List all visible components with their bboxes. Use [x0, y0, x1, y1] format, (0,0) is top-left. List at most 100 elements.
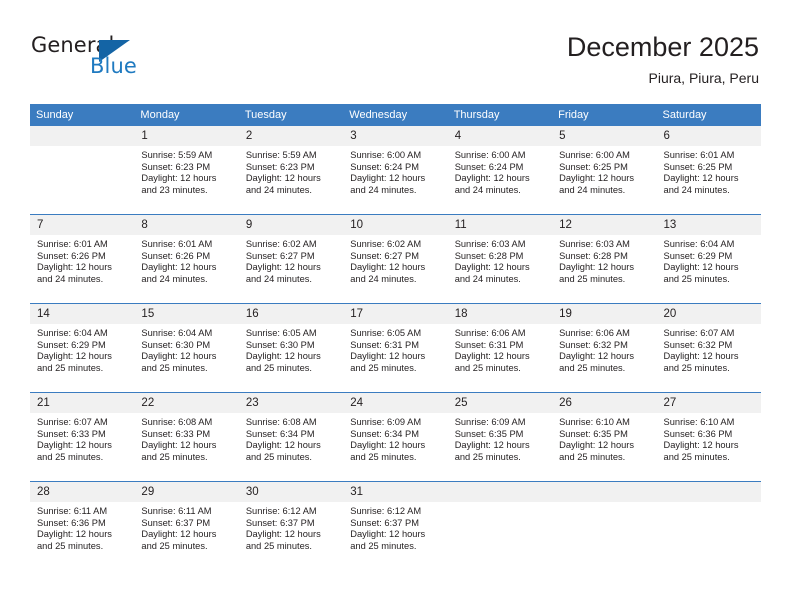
day-detail-line: Sunset: 6:30 PM	[141, 339, 211, 350]
day-cell-inner: 12 Sunrise: 6:03 AM Sunset: 6:28 PM Dayligh…	[552, 215, 657, 303]
day-number: 29	[134, 482, 239, 502]
day-cell[interactable]: 7 Sunrise: 6:01 AM Sunset: 6:26 PM Daylight…	[30, 214, 135, 304]
day-cell-inner: 30 Sunrise: 6:12 AM Sunset: 6:37 PM Dayligh…	[238, 482, 344, 570]
day-detail-line: Daylight: 12 hours	[37, 440, 112, 451]
day-detail-line: and 25 minutes.	[141, 362, 208, 373]
day-cell[interactable]: 5 Sunrise: 6:00 AM Sunset: 6:25 PM Daylight…	[552, 126, 657, 215]
day-cell-inner: 28 Sunrise: 6:11 AM Sunset: 6:36 PM Dayligh…	[30, 482, 135, 570]
day-detail-line: Daylight: 12 hours	[245, 173, 321, 184]
day-details: Sunrise: 6:03 AM Sunset: 6:28 PM Daylight:…	[552, 235, 656, 285]
day-detail-line: Sunset: 6:32 PM	[559, 339, 628, 350]
day-detail-line: Daylight: 12 hours	[663, 173, 739, 184]
day-cell-inner: 4 Sunrise: 6:00 AM Sunset: 6:24 PM Daylight…	[447, 126, 553, 214]
weekday-header-thursday: Thursday	[447, 104, 553, 126]
day-cell-inner	[447, 482, 553, 570]
day-detail-line: Sunrise: 6:11 AM	[37, 506, 108, 516]
day-cell[interactable]: 6 Sunrise: 6:01 AM Sunset: 6:25 PM Daylight…	[656, 126, 761, 215]
day-detail-line: Sunrise: 6:06 AM	[559, 328, 630, 338]
day-cell[interactable]: 14 Sunrise: 6:04 AM Sunset: 6:29 PM Dayligh…	[30, 303, 135, 393]
day-detail-line: Sunset: 6:37 PM	[350, 517, 419, 528]
day-detail-line: Daylight: 12 hours	[245, 529, 321, 540]
day-number: 28	[30, 482, 135, 502]
day-detail-line: Sunset: 6:23 PM	[141, 161, 211, 172]
day-detail-line: Daylight: 12 hours	[663, 351, 739, 362]
page-title: December 2025	[566, 32, 759, 62]
day-detail-line: Daylight: 12 hours	[559, 173, 635, 184]
general-blue-logo[interactable]: General Blue	[31, 35, 211, 83]
day-cell-inner: 21 Sunrise: 6:07 AM Sunset: 6:33 PM Dayligh…	[30, 393, 135, 481]
day-detail-line: Sunrise: 6:01 AM	[37, 239, 108, 249]
day-cell[interactable]: 3 Sunrise: 6:00 AM Sunset: 6:24 PM Daylight…	[343, 126, 448, 215]
day-cell-inner: 26 Sunrise: 6:10 AM Sunset: 6:35 PM Dayligh…	[552, 393, 657, 481]
day-cell[interactable]: 8 Sunrise: 6:01 AM Sunset: 6:26 PM Daylight…	[134, 214, 239, 304]
day-cell[interactable]: 4 Sunrise: 6:00 AM Sunset: 6:24 PM Daylight…	[447, 126, 553, 215]
day-detail-line: Sunset: 6:27 PM	[245, 250, 315, 261]
day-detail-line: Daylight: 12 hours	[559, 440, 635, 451]
day-number: 12	[552, 215, 657, 235]
day-number: 31	[343, 482, 448, 502]
day-cell-inner	[30, 126, 135, 214]
day-details	[552, 502, 656, 506]
day-detail-line: and 24 minutes.	[37, 273, 104, 284]
day-detail-line: and 25 minutes.	[37, 540, 104, 551]
day-cell[interactable]: 24 Sunrise: 6:09 AM Sunset: 6:34 PM Dayligh…	[343, 392, 448, 482]
day-cell[interactable]: 2 Sunrise: 5:59 AM Sunset: 6:23 PM Daylight…	[238, 126, 344, 215]
day-details: Sunrise: 6:04 AM Sunset: 6:30 PM Daylight:…	[134, 324, 238, 374]
day-details	[448, 502, 552, 506]
day-detail-line: Sunrise: 6:06 AM	[454, 328, 526, 338]
day-cell-inner: 10 Sunrise: 6:02 AM Sunset: 6:27 PM Dayligh…	[343, 215, 448, 303]
day-detail-line: Sunset: 6:37 PM	[141, 517, 211, 528]
day-detail-line: Sunset: 6:31 PM	[350, 339, 419, 350]
day-cell[interactable]: 31 Sunrise: 6:12 AM Sunset: 6:37 PM Dayligh…	[343, 481, 448, 570]
day-number: 14	[30, 304, 135, 324]
day-cell-inner	[656, 482, 761, 570]
day-cell[interactable]: 13 Sunrise: 6:04 AM Sunset: 6:29 PM Dayligh…	[656, 214, 761, 304]
day-cell[interactable]: 26 Sunrise: 6:10 AM Sunset: 6:35 PM Dayligh…	[552, 392, 657, 482]
calendar-table: Sunday Monday Tuesday Wednesday Thursday Frid…	[30, 104, 761, 570]
day-cell[interactable]: 30 Sunrise: 6:12 AM Sunset: 6:37 PM Dayligh…	[238, 481, 344, 570]
day-cell[interactable]: 20 Sunrise: 6:07 AM Sunset: 6:32 PM Dayligh…	[656, 303, 761, 393]
day-cell[interactable]: 10 Sunrise: 6:02 AM Sunset: 6:27 PM Dayligh…	[343, 214, 448, 304]
day-detail-line: Sunset: 6:36 PM	[663, 428, 733, 439]
day-detail-line: Sunrise: 6:09 AM	[454, 417, 526, 427]
day-cell[interactable]: 17 Sunrise: 6:05 AM Sunset: 6:31 PM Dayligh…	[343, 303, 448, 393]
day-detail-line: and 25 minutes.	[663, 273, 730, 284]
day-detail-line: Sunrise: 6:00 AM	[350, 150, 422, 160]
day-cell[interactable]: 1 Sunrise: 5:59 AM Sunset: 6:23 PM Daylight…	[134, 126, 239, 215]
day-cell[interactable]: 9 Sunrise: 6:02 AM Sunset: 6:27 PM Daylight…	[238, 214, 344, 304]
day-cell[interactable]: 18 Sunrise: 6:06 AM Sunset: 6:31 PM Dayligh…	[447, 303, 553, 393]
day-cell[interactable]: 12 Sunrise: 6:03 AM Sunset: 6:28 PM Dayligh…	[552, 214, 657, 304]
day-details	[30, 146, 134, 150]
day-detail-line: Daylight: 12 hours	[350, 262, 426, 273]
day-cell[interactable]: 15 Sunrise: 6:04 AM Sunset: 6:30 PM Dayligh…	[134, 303, 239, 393]
day-cell[interactable]: 22 Sunrise: 6:08 AM Sunset: 6:33 PM Dayligh…	[134, 392, 239, 482]
day-cell[interactable]: 19 Sunrise: 6:06 AM Sunset: 6:32 PM Dayligh…	[552, 303, 657, 393]
day-detail-line: Daylight: 12 hours	[350, 529, 426, 540]
day-cell-inner: 2 Sunrise: 5:59 AM Sunset: 6:23 PM Daylight…	[238, 126, 344, 214]
day-cell[interactable]: 27 Sunrise: 6:10 AM Sunset: 6:36 PM Dayligh…	[656, 392, 761, 482]
day-detail-line: Sunrise: 6:07 AM	[37, 417, 108, 427]
day-cell[interactable]: 21 Sunrise: 6:07 AM Sunset: 6:33 PM Dayligh…	[30, 392, 135, 482]
calendar-week-row: 28 Sunrise: 6:11 AM Sunset: 6:36 PM Dayligh…	[30, 481, 761, 570]
day-detail-line: and 24 minutes.	[350, 184, 417, 195]
day-cell[interactable]: 16 Sunrise: 6:05 AM Sunset: 6:30 PM Dayligh…	[238, 303, 344, 393]
calendar-body: 1 Sunrise: 5:59 AM Sunset: 6:23 PM Daylight…	[30, 126, 761, 570]
day-detail-line: Sunset: 6:34 PM	[245, 428, 315, 439]
day-cell-inner: 5 Sunrise: 6:00 AM Sunset: 6:25 PM Daylight…	[552, 126, 657, 214]
day-cell[interactable]: 23 Sunrise: 6:08 AM Sunset: 6:34 PM Dayligh…	[238, 392, 344, 482]
day-details: Sunrise: 6:01 AM Sunset: 6:25 PM Daylight:…	[657, 146, 761, 196]
day-cell[interactable]: 25 Sunrise: 6:09 AM Sunset: 6:35 PM Dayligh…	[447, 392, 553, 482]
day-cell[interactable]: 11 Sunrise: 6:03 AM Sunset: 6:28 PM Dayligh…	[447, 214, 553, 304]
page-header: General Blue December 2025 Piura, Piura,…	[0, 0, 792, 96]
day-details: Sunrise: 6:09 AM Sunset: 6:34 PM Daylight:…	[343, 413, 447, 463]
day-detail-line: Daylight: 12 hours	[454, 173, 530, 184]
day-detail-line: Sunset: 6:32 PM	[663, 339, 733, 350]
day-detail-line: Sunset: 6:33 PM	[141, 428, 211, 439]
day-details: Sunrise: 6:10 AM Sunset: 6:36 PM Daylight:…	[657, 413, 761, 463]
weekday-header: Sunday Monday Tuesday Wednesday Thursday Frid…	[30, 104, 761, 126]
day-detail-line: and 25 minutes.	[141, 451, 208, 462]
day-cell[interactable]: 28 Sunrise: 6:11 AM Sunset: 6:36 PM Dayligh…	[30, 481, 135, 570]
day-cell[interactable]: 29 Sunrise: 6:11 AM Sunset: 6:37 PM Dayligh…	[134, 481, 239, 570]
day-detail-line: Sunrise: 6:10 AM	[663, 417, 735, 427]
day-cell-inner: 31 Sunrise: 6:12 AM Sunset: 6:37 PM Dayligh…	[343, 482, 448, 570]
